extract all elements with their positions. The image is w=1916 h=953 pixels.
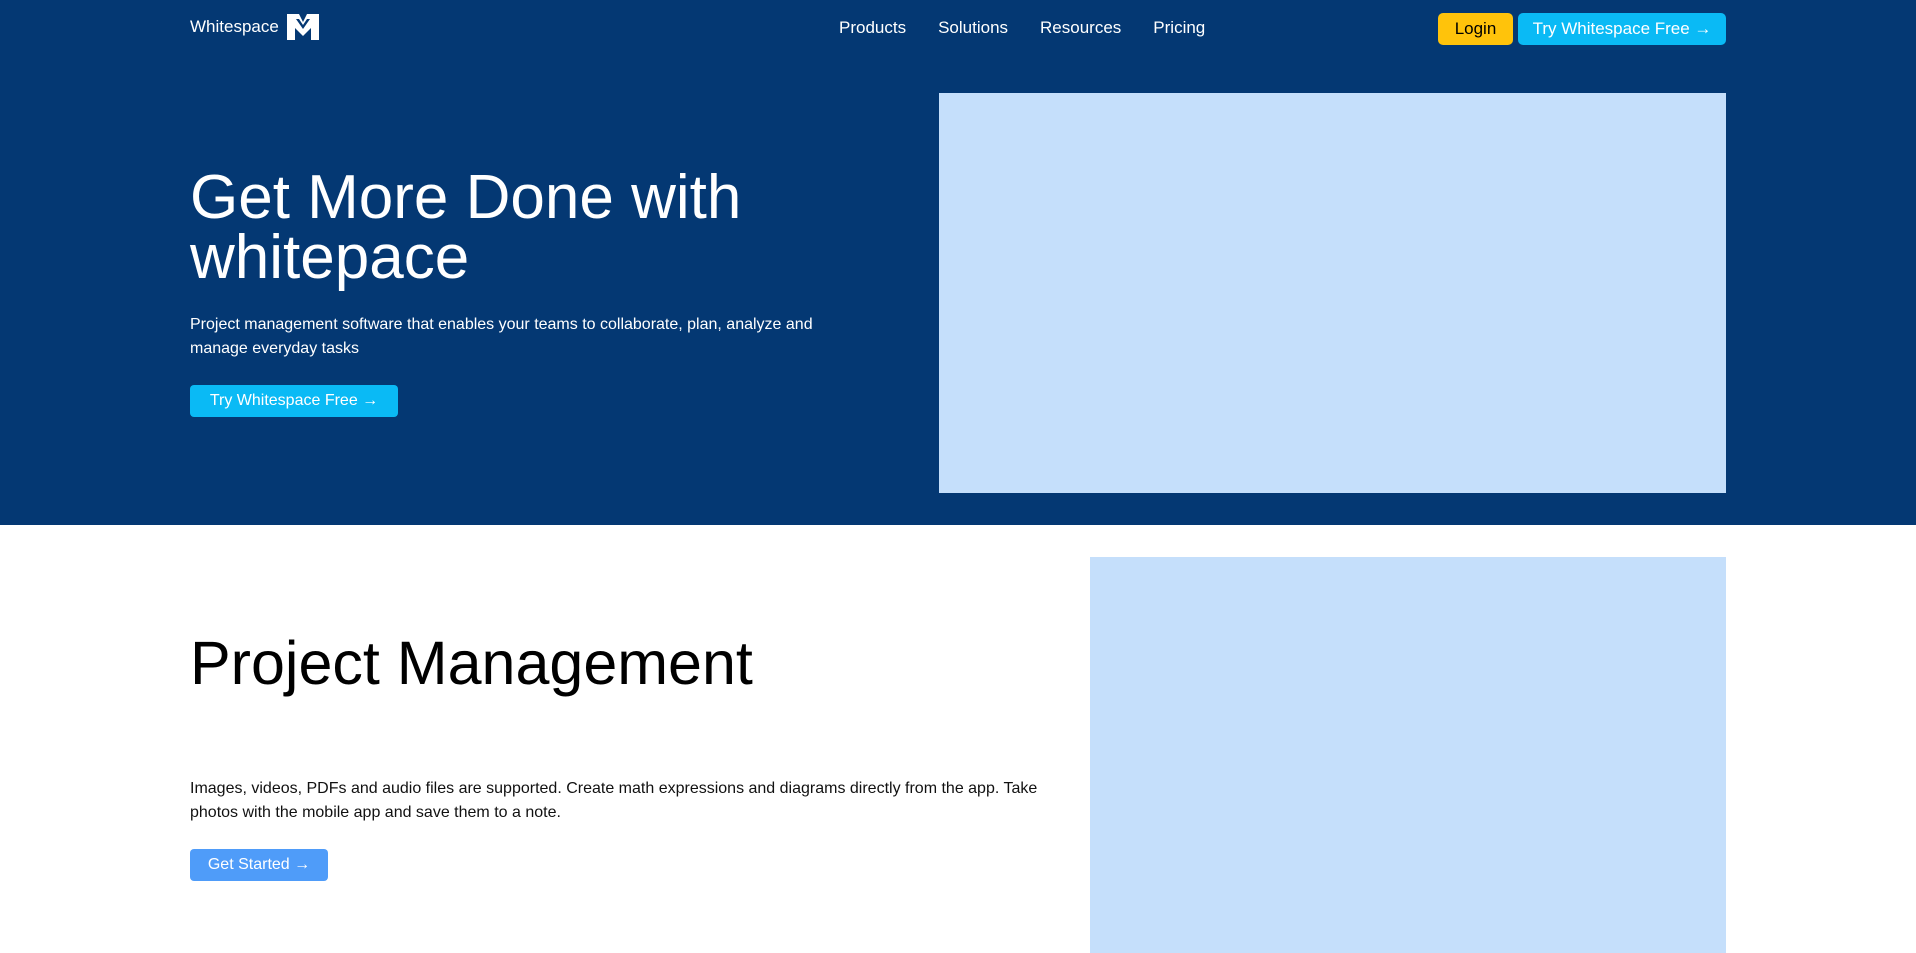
- project-management-title: Project Management: [190, 629, 753, 697]
- login-button[interactable]: Login: [1438, 13, 1513, 45]
- hero-subtitle: Project management software that enables…: [190, 316, 813, 357]
- nav-resources[interactable]: Resources: [1040, 18, 1121, 38]
- get-started-button[interactable]: Get Started →: [190, 849, 328, 881]
- brand[interactable]: Whitespace: [190, 14, 319, 40]
- project-management-image-placeholder: [1090, 557, 1726, 953]
- hero-try-free-button[interactable]: Try Whitespace Free →: [190, 385, 398, 417]
- try-free-nav-button[interactable]: Try Whitespace Free →: [1518, 13, 1726, 45]
- hero-title: Get More Done with whitepace: [190, 163, 742, 292]
- whitespace-logo-icon: [286, 14, 319, 40]
- nav-products[interactable]: Products: [839, 18, 906, 38]
- main-menu: Products Solutions Resources Pricing: [839, 18, 1205, 38]
- brand-name: Whitespace: [190, 17, 279, 36]
- project-management-description: Images, videos, PDFs and audio files are…: [190, 780, 1038, 821]
- nav-pricing[interactable]: Pricing: [1153, 18, 1205, 38]
- hero-section: Whitespace Products Solutions Resources …: [0, 0, 1916, 525]
- hero-image-placeholder: [939, 93, 1726, 493]
- nav-solutions[interactable]: Solutions: [938, 18, 1008, 38]
- top-navigation: Whitespace Products Solutions Resources …: [0, 0, 1916, 58]
